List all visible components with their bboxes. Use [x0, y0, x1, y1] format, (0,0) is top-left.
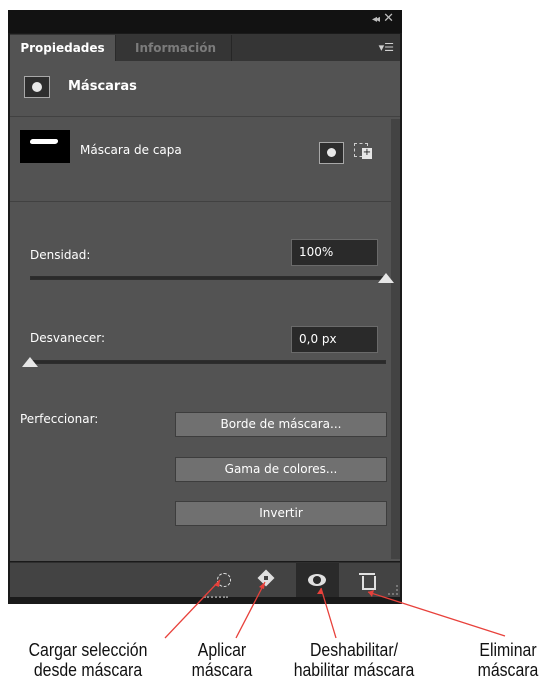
collapse-panel-icon[interactable]: ◂◂: [372, 14, 380, 25]
layer-mask-row: Máscara de capa: [10, 119, 391, 199]
callout-toggle-mask: Deshabilitar/ habilitar máscara: [278, 640, 429, 680]
resize-handle[interactable]: [204, 596, 228, 599]
scrollbar[interactable]: [391, 119, 400, 559]
mask-edge-button[interactable]: Borde de máscara...: [175, 412, 387, 437]
feather-slider-thumb[interactable]: [22, 357, 38, 367]
density-slider[interactable]: [30, 276, 386, 280]
tab-information[interactable]: Información: [120, 35, 232, 61]
tab-bar: Propiedades Información ▾☰: [10, 34, 400, 61]
close-panel-icon[interactable]: ✕: [383, 11, 394, 26]
pixel-mask-icon[interactable]: [319, 142, 344, 164]
callout-delete-line1: Eliminar: [479, 640, 537, 660]
panel-titlebar: ◂◂ ✕: [8, 10, 402, 33]
feather-slider[interactable]: [30, 360, 386, 364]
toggle-mask-icon[interactable]: [296, 563, 339, 597]
callout-load-line1: Cargar selección: [28, 640, 148, 660]
panel-menu-icon[interactable]: ▾☰: [379, 41, 394, 54]
bottom-toolbar: [10, 562, 400, 597]
callout-toggle-line1: Deshabilitar/: [309, 640, 399, 660]
panel-title: Máscaras: [68, 79, 137, 94]
callout-load-selection: Cargar selección desde máscara: [9, 640, 167, 680]
density-slider-thumb[interactable]: [378, 273, 394, 283]
apply-mask-icon[interactable]: [253, 567, 281, 593]
tab-properties[interactable]: Propiedades: [10, 35, 116, 61]
callout-delete-mask: Eliminar máscara: [464, 640, 546, 680]
mask-thumbnail: [20, 130, 70, 163]
divider: [10, 201, 391, 202]
density-field[interactable]: 100%: [291, 239, 378, 266]
callout-delete-line2: máscara: [477, 660, 539, 680]
divider: [10, 116, 400, 117]
invert-button[interactable]: Invertir: [175, 501, 387, 526]
color-range-button[interactable]: Gama de colores...: [175, 457, 387, 482]
mask-icon: [24, 76, 50, 98]
panel-content: Máscaras Máscara de capa Densidad: 100% …: [10, 61, 400, 561]
feather-field[interactable]: 0,0 px: [291, 326, 378, 353]
panel-header: Máscaras: [10, 61, 400, 111]
callout-load-line2: desde máscara: [33, 660, 143, 680]
callout-apply-line1: Aplicar: [197, 640, 247, 660]
refine-label: Perfeccionar:: [20, 412, 99, 426]
resize-grip[interactable]: [388, 585, 398, 595]
density-label: Densidad:: [30, 248, 91, 262]
callout-apply-mask: Aplicar máscara: [174, 640, 271, 680]
delete-mask-icon[interactable]: [353, 567, 381, 593]
callout-toggle-line2: habilitar máscara: [293, 660, 415, 680]
callout-apply-line2: máscara: [191, 660, 253, 680]
layer-mask-label: Máscara de capa: [80, 143, 182, 157]
feather-label: Desvanecer:: [30, 331, 106, 345]
add-vector-mask-icon[interactable]: [354, 143, 372, 161]
load-selection-icon[interactable]: [210, 567, 238, 593]
properties-panel: ◂◂ ✕ Propiedades Información ▾☰ Máscaras…: [8, 10, 402, 604]
